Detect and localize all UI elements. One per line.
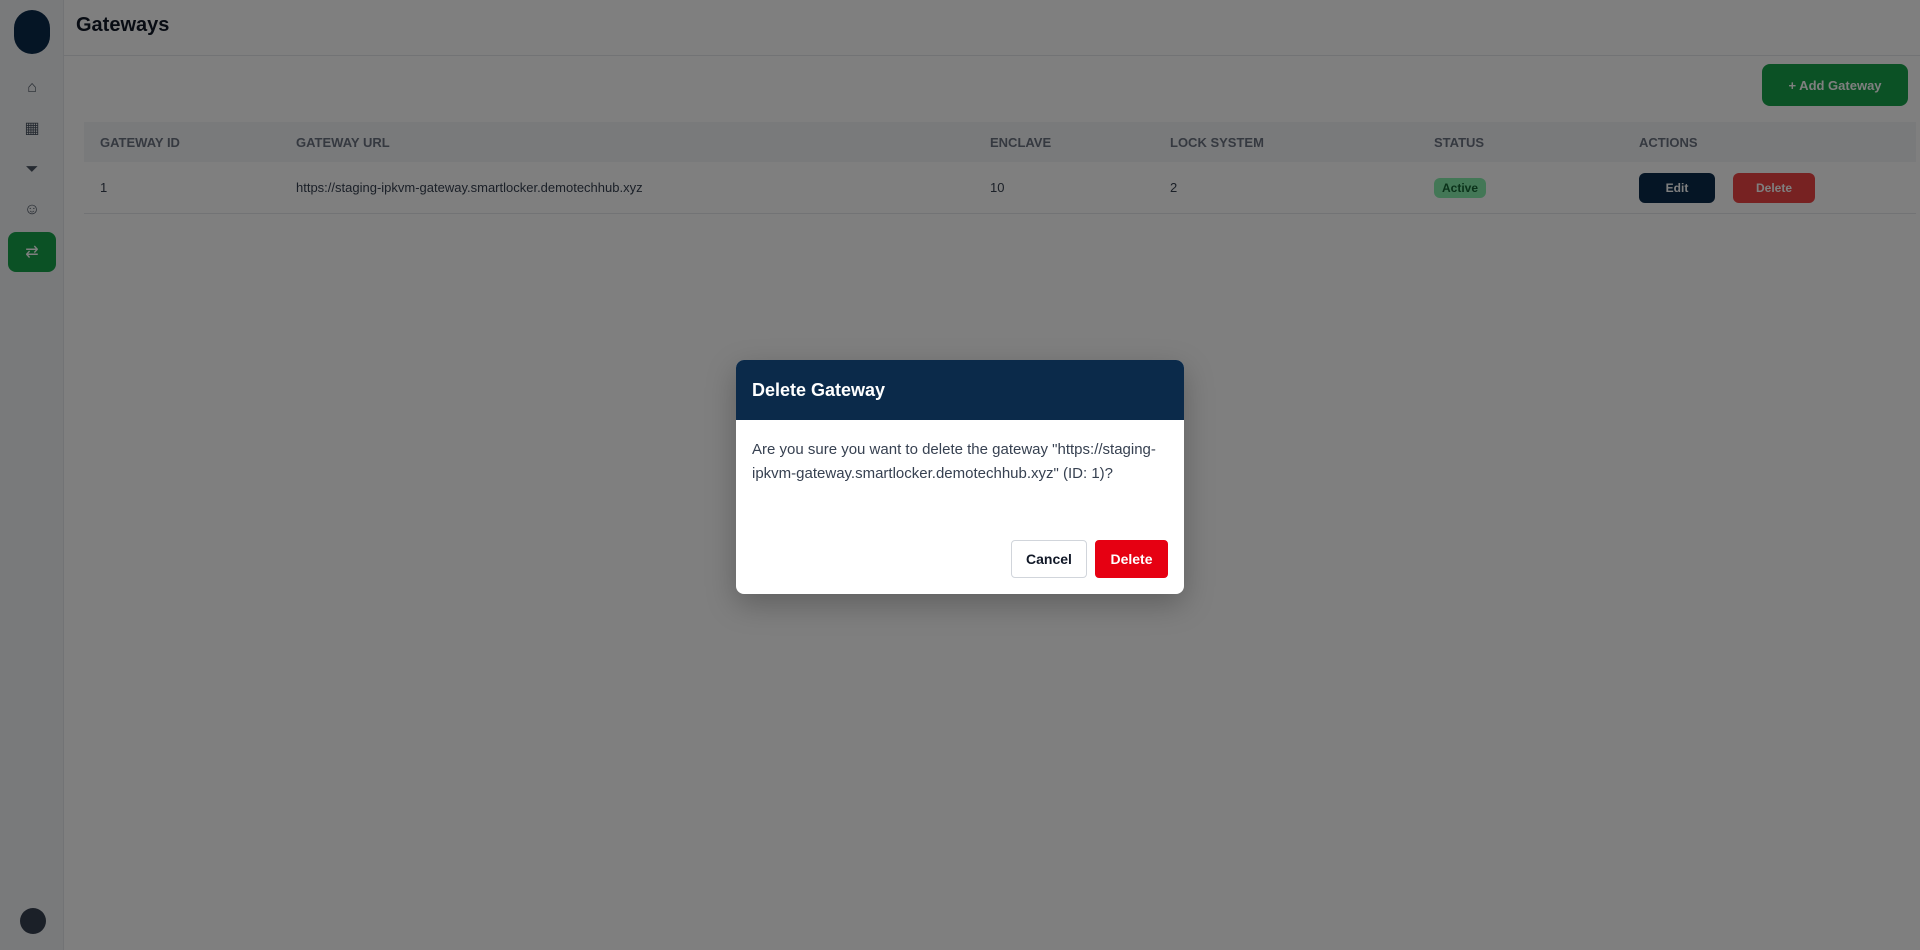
delete-button[interactable]: Delete [1095, 540, 1168, 578]
dialog-header: Delete Gateway [736, 360, 1184, 420]
dialog-footer: Cancel Delete [1011, 540, 1168, 578]
delete-gateway-dialog: Delete Gateway Are you sure you want to … [736, 360, 1184, 594]
dialog-title: Delete Gateway [752, 379, 886, 400]
cancel-button[interactable]: Cancel [1011, 540, 1087, 578]
dialog-message: Are you sure you want to delete the gate… [752, 441, 1156, 482]
